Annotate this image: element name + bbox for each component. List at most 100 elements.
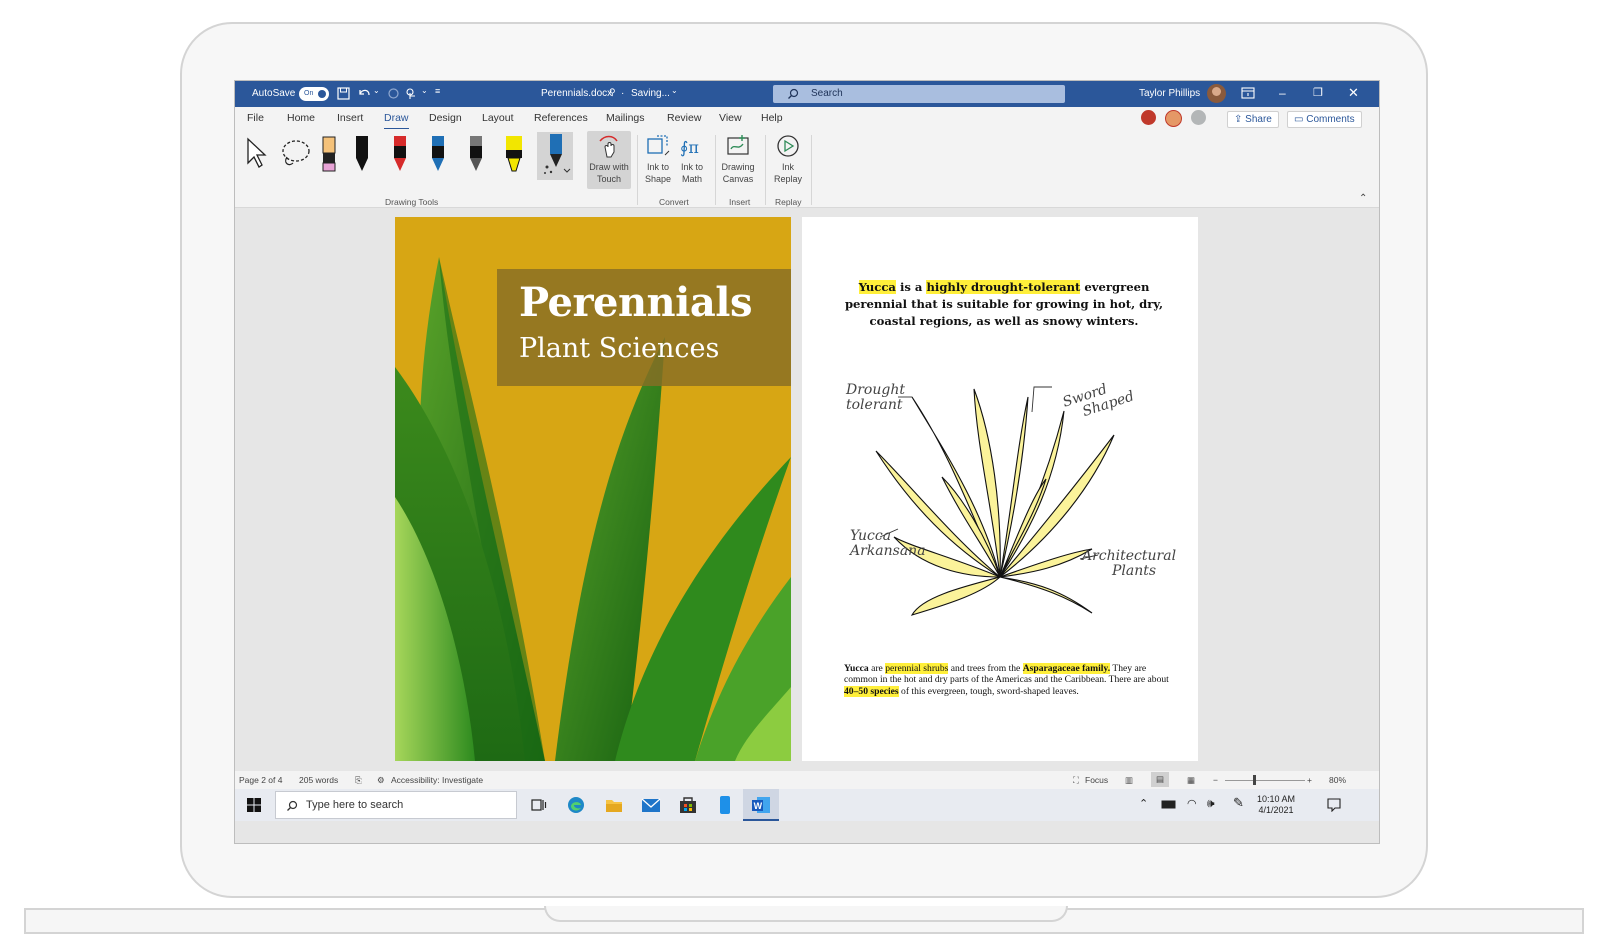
zoom-in-icon[interactable]: + — [1307, 775, 1312, 785]
print-layout-icon[interactable]: ▤ — [1151, 772, 1170, 787]
user-name[interactable]: Taylor Phillips — [1139, 88, 1200, 99]
taskbar-search[interactable]: Type here to search — [275, 791, 517, 819]
collapse-ribbon-icon[interactable]: ⌃ — [1359, 193, 1367, 204]
network-icon[interactable]: ◠ — [1187, 797, 1197, 810]
pencil-gray-icon[interactable] — [467, 135, 485, 175]
autosave-toggle[interactable]: On — [299, 87, 329, 101]
annotation-yucca: Yucca Arkansana — [850, 529, 926, 559]
page-count[interactable]: Page 2 of 4 — [239, 775, 282, 785]
tab-design[interactable]: Design — [429, 112, 462, 124]
collaborator-avatar-1[interactable] — [1141, 110, 1156, 125]
tab-draw[interactable]: Draw — [384, 112, 409, 130]
save-icon[interactable] — [337, 87, 350, 100]
ink-to-math-icon[interactable]: ∮π — [679, 133, 707, 159]
notifications-icon[interactable] — [1327, 798, 1341, 812]
volume-icon[interactable]: 🕪 — [1207, 796, 1215, 811]
ink-to-shape-icon[interactable] — [645, 133, 671, 159]
tab-file[interactable]: File — [247, 112, 264, 124]
focus-mode[interactable]: Focus — [1085, 775, 1108, 785]
select-objects-icon[interactable] — [245, 137, 269, 169]
save-status-dropdown-icon[interactable]: ⌄ — [671, 86, 678, 95]
tab-view[interactable]: View — [719, 112, 742, 124]
search-box[interactable]: Search — [773, 85, 1065, 103]
zoom-slider-thumb[interactable] — [1253, 775, 1256, 785]
collaborator-avatar-3[interactable] — [1191, 110, 1206, 125]
pen-black-icon[interactable] — [353, 135, 371, 175]
lasso-select-icon[interactable] — [279, 137, 311, 169]
phone-app-icon[interactable] — [719, 795, 731, 815]
eraser-icon[interactable] — [321, 135, 337, 175]
drawing-canvas-icon[interactable] — [725, 133, 751, 159]
minimize-icon[interactable]: – — [1279, 86, 1286, 100]
proofing-icon[interactable]: ⎘ — [355, 775, 362, 786]
undo-dropdown-icon[interactable]: ⌄ — [373, 86, 380, 95]
pen-workspace-icon[interactable]: ✎ — [1233, 795, 1244, 811]
comments-button[interactable]: ▭ Comments — [1287, 111, 1362, 128]
redo-icon[interactable] — [387, 87, 400, 100]
tab-mailings[interactable]: Mailings — [606, 112, 645, 124]
pen-red-icon[interactable] — [391, 135, 409, 175]
ink-replay-icon[interactable] — [775, 133, 801, 159]
annotation-arch-line-1: Architectural — [1082, 548, 1177, 564]
annotation-architectural: Architectural Plants — [1082, 549, 1176, 579]
user-avatar[interactable] — [1207, 84, 1226, 103]
web-layout-icon[interactable]: ▦ — [1187, 775, 1195, 786]
touch-mode-dropdown-icon[interactable]: ⌄ — [421, 86, 428, 95]
page-heading: Yucca is a highly drought-tolerant everg… — [840, 279, 1168, 330]
file-explorer-icon[interactable] — [605, 797, 623, 813]
zoom-out-icon[interactable]: − — [1213, 775, 1218, 785]
highlighter-yellow-icon[interactable] — [503, 135, 525, 175]
highlight-species: 40–50 species — [844, 685, 899, 697]
undo-icon[interactable] — [357, 87, 371, 100]
tab-review[interactable]: Review — [667, 112, 701, 124]
galaxy-pen-icon[interactable] — [541, 133, 571, 177]
tab-home[interactable]: Home — [287, 112, 315, 124]
tab-insert[interactable]: Insert — [337, 112, 363, 124]
store-icon[interactable] — [679, 796, 697, 814]
edge-browser-icon[interactable] — [567, 796, 585, 814]
share-button[interactable]: ⇪ Share — [1227, 111, 1279, 128]
zoom-slider[interactable] — [1225, 780, 1305, 781]
tab-help[interactable]: Help — [761, 112, 783, 124]
show-hidden-icons-icon[interactable]: ⌃ — [1139, 797, 1148, 810]
body-text-4: of this evergreen, tough, sword-shaped l… — [898, 685, 1079, 697]
cover-subtitle: Plant Sciences — [519, 333, 720, 364]
read-mode-icon[interactable]: ▥ — [1125, 775, 1133, 786]
cover-title: Perennials — [519, 279, 752, 326]
accessibility-status[interactable]: Accessibility: Investigate — [391, 775, 483, 785]
pencil-blue-icon[interactable] — [429, 135, 447, 175]
heading-text-1: is a — [895, 280, 927, 294]
annotation-arch-line-2: Plants — [1112, 563, 1157, 579]
customize-toolbar-icon[interactable]: ≡ — [435, 86, 440, 96]
tab-references[interactable]: References — [534, 112, 588, 124]
ribbon-display-options-icon[interactable] — [1241, 87, 1255, 100]
taskbar-clock[interactable]: 10:10 AM 4/1/2021 — [1257, 794, 1295, 816]
task-view-icon[interactable] — [531, 798, 547, 812]
draw-with-touch-label-1: Draw with — [589, 162, 629, 172]
collaborator-avatar-2[interactable] — [1165, 110, 1182, 127]
battery-icon[interactable] — [1161, 800, 1177, 809]
zoom-level[interactable]: 80% — [1329, 775, 1346, 785]
ribbon-separator — [811, 135, 812, 205]
restore-icon[interactable]: ❐ — [1313, 86, 1323, 99]
share-icon: ⇪ — [1234, 114, 1243, 125]
word-count[interactable]: 205 words — [299, 775, 338, 785]
mail-icon[interactable] — [641, 797, 661, 813]
drawing-canvas-label: Drawing Canvas — [715, 161, 761, 185]
windows-taskbar: Type here to search W ⌃ ◠ 🕪 ✎ 10:10 AM 4… — [235, 789, 1379, 821]
word-taskbar-button[interactable]: W — [743, 789, 779, 821]
draw-ribbon: Draw with Touch Ink to Shape ∮π Ink to M… — [235, 129, 1379, 208]
comments-label: Comments — [1306, 114, 1355, 125]
ribbon-separator — [765, 135, 766, 205]
svg-text:W: W — [754, 801, 763, 811]
touch-mode-icon[interactable] — [405, 87, 418, 100]
group-convert: Convert — [659, 197, 689, 207]
clock-date: 4/1/2021 — [1258, 805, 1294, 815]
ink-to-math-label-2: Math — [681, 174, 702, 184]
tab-layout[interactable]: Layout — [482, 112, 514, 124]
windows-start-icon[interactable] — [247, 798, 261, 812]
document-name[interactable]: Perennials.docx — [541, 88, 612, 99]
save-status: Saving... — [631, 88, 670, 99]
close-icon[interactable]: ✕ — [1348, 85, 1359, 101]
bold-yucca: Yucca — [844, 663, 869, 674]
